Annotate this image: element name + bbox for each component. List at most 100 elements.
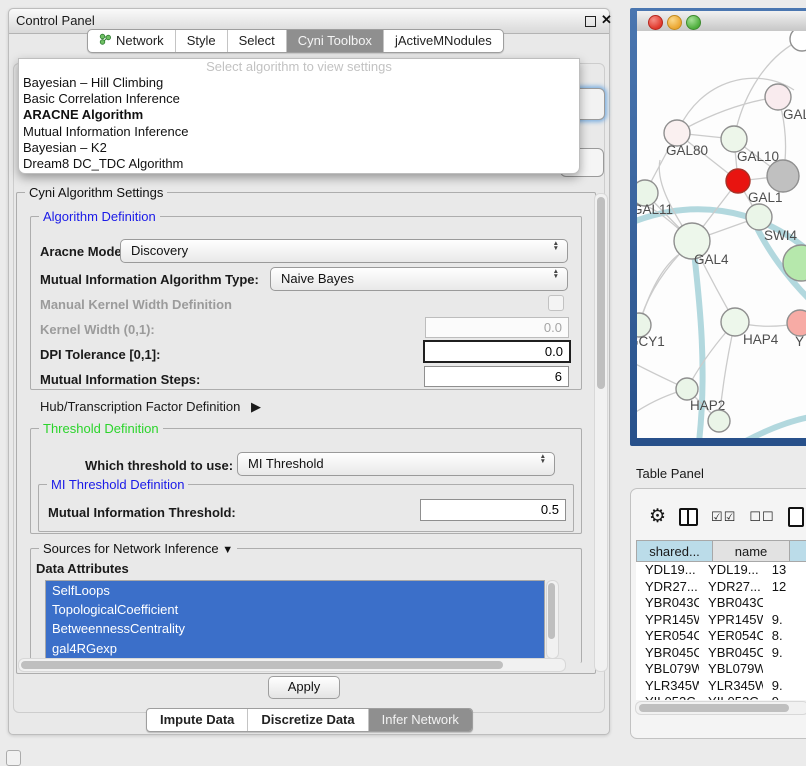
network-node[interactable] [708, 410, 730, 432]
table-cell [763, 661, 806, 678]
network-view-window: GALGAL80GAL10GAL1GAL11SWI4GAL4GCY1HAP4YH… [630, 8, 806, 446]
network-node-label: Y [795, 334, 804, 349]
combo-value: MI Threshold [248, 456, 324, 471]
network-canvas[interactable]: GALGAL80GAL10GAL1GAL11SWI4GAL4GCY1HAP4YH… [637, 31, 806, 438]
kernel-width-field[interactable]: 0.0 [425, 317, 569, 338]
table-cell: YER054C [699, 628, 763, 645]
table-row[interactable]: YBL079WYBL079W [636, 661, 806, 678]
column-header-name[interactable]: name [713, 540, 790, 562]
table-cell: YPR145W [699, 612, 763, 629]
table-cell: 9 [763, 694, 806, 700]
list-item[interactable]: SelfLoops [46, 581, 544, 600]
tab-impute-data[interactable]: Impute Data [147, 709, 248, 731]
unchecked-boxes-icon[interactable]: ☐☐ [749, 509, 774, 525]
tab-jactivemnodules[interactable]: jActiveMNodules [384, 30, 503, 52]
table-row[interactable]: YLR345WYLR345W9. [636, 678, 806, 695]
network-node[interactable] [767, 160, 799, 192]
table-row[interactable]: YDR27...YDR27...12 [636, 579, 806, 596]
tab-select[interactable]: Select [228, 30, 287, 52]
manual-kernel-checkbox[interactable] [548, 295, 564, 311]
hub-definition-toggle[interactable]: Hub/Transcription Factor Definition ▶ [40, 399, 261, 415]
float-window-icon[interactable] [585, 16, 596, 27]
list-item[interactable]: gal4RGexp [46, 639, 544, 658]
table-cell: 9. [763, 612, 806, 629]
table-row[interactable]: YBR043CYBR043C [636, 595, 806, 612]
tab-style[interactable]: Style [176, 30, 228, 52]
table-cell: YDR27... [636, 579, 699, 596]
algorithm-option-selected[interactable]: ARACNE Algorithm [19, 107, 579, 123]
scrollbar-thumb[interactable] [597, 197, 605, 389]
scrollbar-thumb[interactable] [21, 661, 503, 669]
tab-infer-network[interactable]: Infer Network [369, 709, 472, 731]
collapsed-panel-icon[interactable] [6, 750, 21, 766]
close-icon[interactable]: ✕ [601, 12, 612, 28]
network-node-gal1[interactable] [726, 169, 750, 193]
table-cell: YDR27... [699, 579, 763, 596]
list-vertical-scrollbar[interactable] [546, 580, 559, 659]
mi-algorithm-type-label: Mutual Information Algorithm Type: [40, 272, 259, 287]
tab-cyni-toolbox[interactable]: Cyni Toolbox [287, 30, 384, 52]
tab-label: jActiveMNodules [395, 33, 492, 48]
tab-discretize-data[interactable]: Discretize Data [248, 709, 368, 731]
table-row[interactable]: YDL19...YDL19...13 [636, 562, 806, 579]
table-toolbar: ⚙ ☑☑ ☐☐ [649, 505, 804, 529]
table-cell [763, 595, 806, 612]
checked-boxes-icon[interactable]: ☑☑ [711, 509, 736, 525]
document-icon[interactable] [788, 507, 804, 527]
collapse-down-icon: ▼ [222, 544, 233, 556]
zoom-traffic-light-icon[interactable] [686, 15, 701, 30]
table-horizontal-scrollbar[interactable] [635, 701, 806, 715]
apply-button[interactable]: Apply [268, 676, 340, 699]
algorithm-option[interactable]: Bayesian – K2 [19, 140, 579, 156]
tab-label: Select [239, 33, 275, 48]
column-header-cut[interactable] [790, 540, 806, 562]
list-item[interactable]: BetweennessCentrality [46, 619, 544, 638]
gear-icon[interactable]: ⚙ [649, 507, 666, 527]
tab-network[interactable]: Network [88, 30, 176, 52]
network-node-hap2[interactable] [676, 378, 698, 400]
settings-vertical-scrollbar[interactable] [594, 193, 608, 672]
table-row[interactable]: YBR045CYBR045C9. [636, 645, 806, 662]
table-cell: 13 [763, 562, 806, 579]
settings-horizontal-scrollbar[interactable] [18, 658, 566, 672]
group-title: Algorithm Definition [39, 209, 160, 224]
table-cell: YBR043C [699, 595, 763, 612]
tab-label: Network [116, 33, 164, 48]
which-threshold-combo[interactable]: MI Threshold ▲▼ [237, 452, 555, 476]
network-tab-icon [99, 33, 111, 48]
table-row[interactable]: YPR145WYPR145W9. [636, 612, 806, 629]
table-cell: YBR043C [636, 595, 699, 612]
aracne-mode-combo[interactable]: Discovery ▲▼ [120, 239, 568, 263]
table-body: YDL19...YDL19...13YDR27...YDR27...12YBR0… [636, 562, 806, 700]
scrollbar-thumb[interactable] [639, 704, 789, 712]
mi-algorithm-type-combo[interactable]: Naive Bayes ▲▼ [270, 267, 568, 291]
network-node-label: GAL [783, 107, 806, 122]
network-node-y[interactable] [787, 310, 806, 336]
list-item[interactable]: TopologicalCoefficient [46, 600, 544, 619]
table-cell: YER054C [636, 628, 699, 645]
table-row[interactable]: YER054CYER054C8. [636, 628, 806, 645]
algorithm-option[interactable]: Dream8 DC_TDC Algorithm [19, 156, 579, 172]
dpi-tolerance-field[interactable]: 0.0 [423, 340, 571, 363]
network-node-swi4[interactable] [746, 204, 772, 230]
columns-icon[interactable] [679, 508, 698, 526]
sources-toggle[interactable]: Sources for Network Inference ▼ [39, 541, 237, 556]
network-node-label: HAP4 [743, 332, 779, 347]
network-node[interactable] [790, 31, 806, 51]
mi-threshold-field[interactable]: 0.5 [420, 499, 566, 521]
algorithm-option[interactable]: Basic Correlation Inference [19, 91, 579, 107]
minimize-traffic-light-icon[interactable] [667, 15, 682, 30]
column-header-shared[interactable]: shared... [636, 540, 713, 562]
group-title: MI Threshold Definition [47, 477, 188, 492]
algorithm-option[interactable]: Bayesian – Hill Climbing [19, 75, 579, 91]
mi-steps-field[interactable]: 6 [424, 366, 569, 387]
algorithm-option[interactable]: Mutual Information Inference [19, 124, 579, 140]
spinner-icon: ▲▼ [553, 270, 559, 279]
close-traffic-light-icon[interactable] [648, 15, 663, 30]
control-panel-tabbar: Network Style Select Cyni Toolbox jActiv… [87, 29, 504, 53]
group-title: Cyni Algorithm Settings [25, 185, 167, 200]
scrollbar-thumb[interactable] [548, 583, 555, 639]
table-cell: 9. [763, 678, 806, 695]
table-panel-title: Table Panel [636, 466, 704, 481]
table-row[interactable]: YIL052CYIL052C9 [636, 694, 806, 700]
